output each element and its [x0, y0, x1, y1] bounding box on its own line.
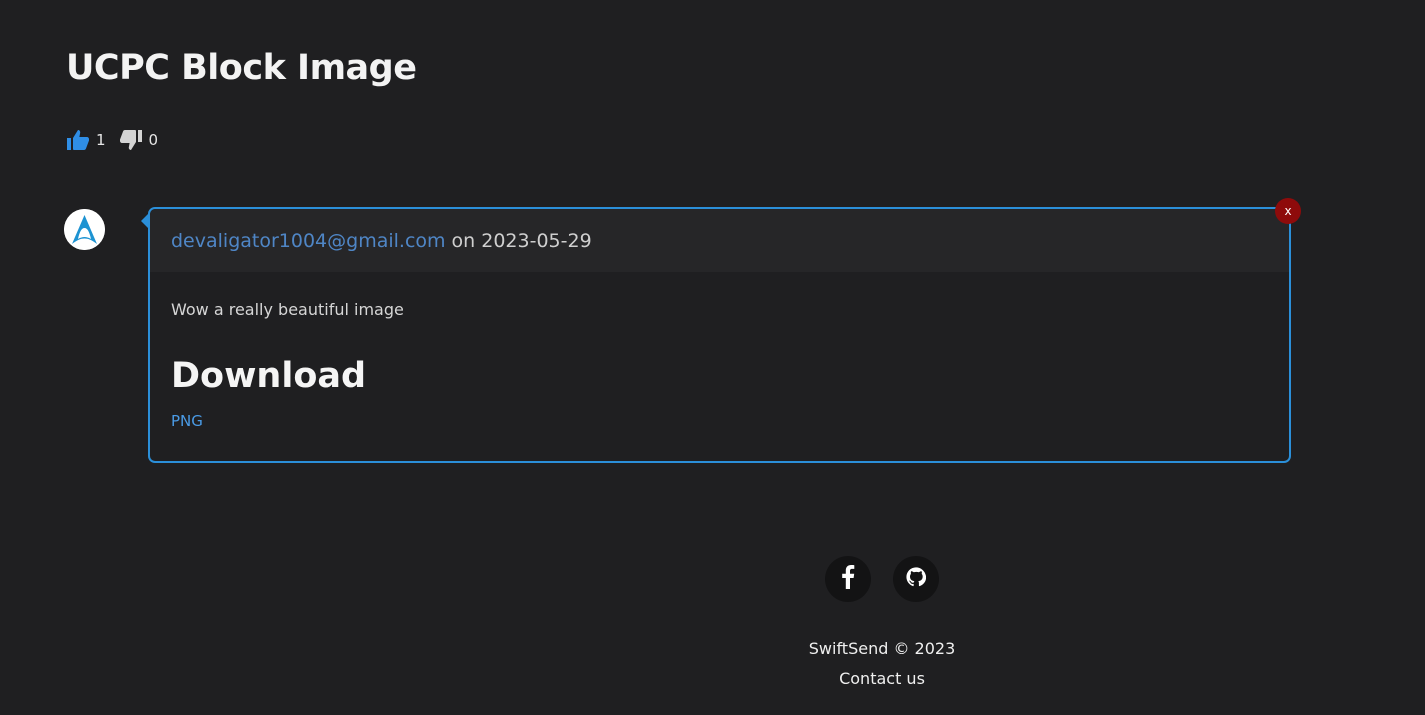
- thumbs-down-icon: [119, 128, 143, 152]
- avatar: [64, 209, 105, 250]
- comment-text: Wow a really beautiful image: [171, 300, 404, 319]
- page-title: UCPC Block Image: [66, 48, 417, 88]
- page: UCPC Block Image 1 0 devaligator1004@gma…: [0, 0, 1425, 715]
- comment-author-link[interactable]: devaligator1004@gmail.com: [171, 230, 446, 252]
- like-count: 1: [96, 131, 106, 149]
- contact-us-link[interactable]: Contact us: [782, 669, 982, 688]
- comment-date: on 2023-05-29: [451, 229, 592, 252]
- download-png-link[interactable]: PNG: [171, 412, 203, 430]
- download-heading: Download: [171, 356, 367, 396]
- vote-bar: 1 0: [66, 128, 158, 152]
- github-button[interactable]: [893, 556, 939, 602]
- comment-card: devaligator1004@gmail.com on 2023-05-29 …: [141, 207, 1291, 463]
- social-links: [825, 556, 939, 602]
- comment-body: Wow a really beautiful image Download PN…: [150, 272, 1289, 430]
- dislike-count: 0: [148, 131, 159, 149]
- comment-header: devaligator1004@gmail.com on 2023-05-29: [150, 209, 1289, 272]
- facebook-button[interactable]: [825, 556, 871, 602]
- thumbs-up-icon: [66, 128, 90, 152]
- footer-copyright: SwiftSend © 2023: [808, 639, 956, 658]
- delete-comment-button[interactable]: x: [1275, 198, 1301, 224]
- dislike-button[interactable]: 0: [119, 128, 159, 152]
- like-button[interactable]: 1: [66, 128, 106, 152]
- github-icon: [906, 567, 927, 591]
- facebook-icon: [841, 565, 855, 593]
